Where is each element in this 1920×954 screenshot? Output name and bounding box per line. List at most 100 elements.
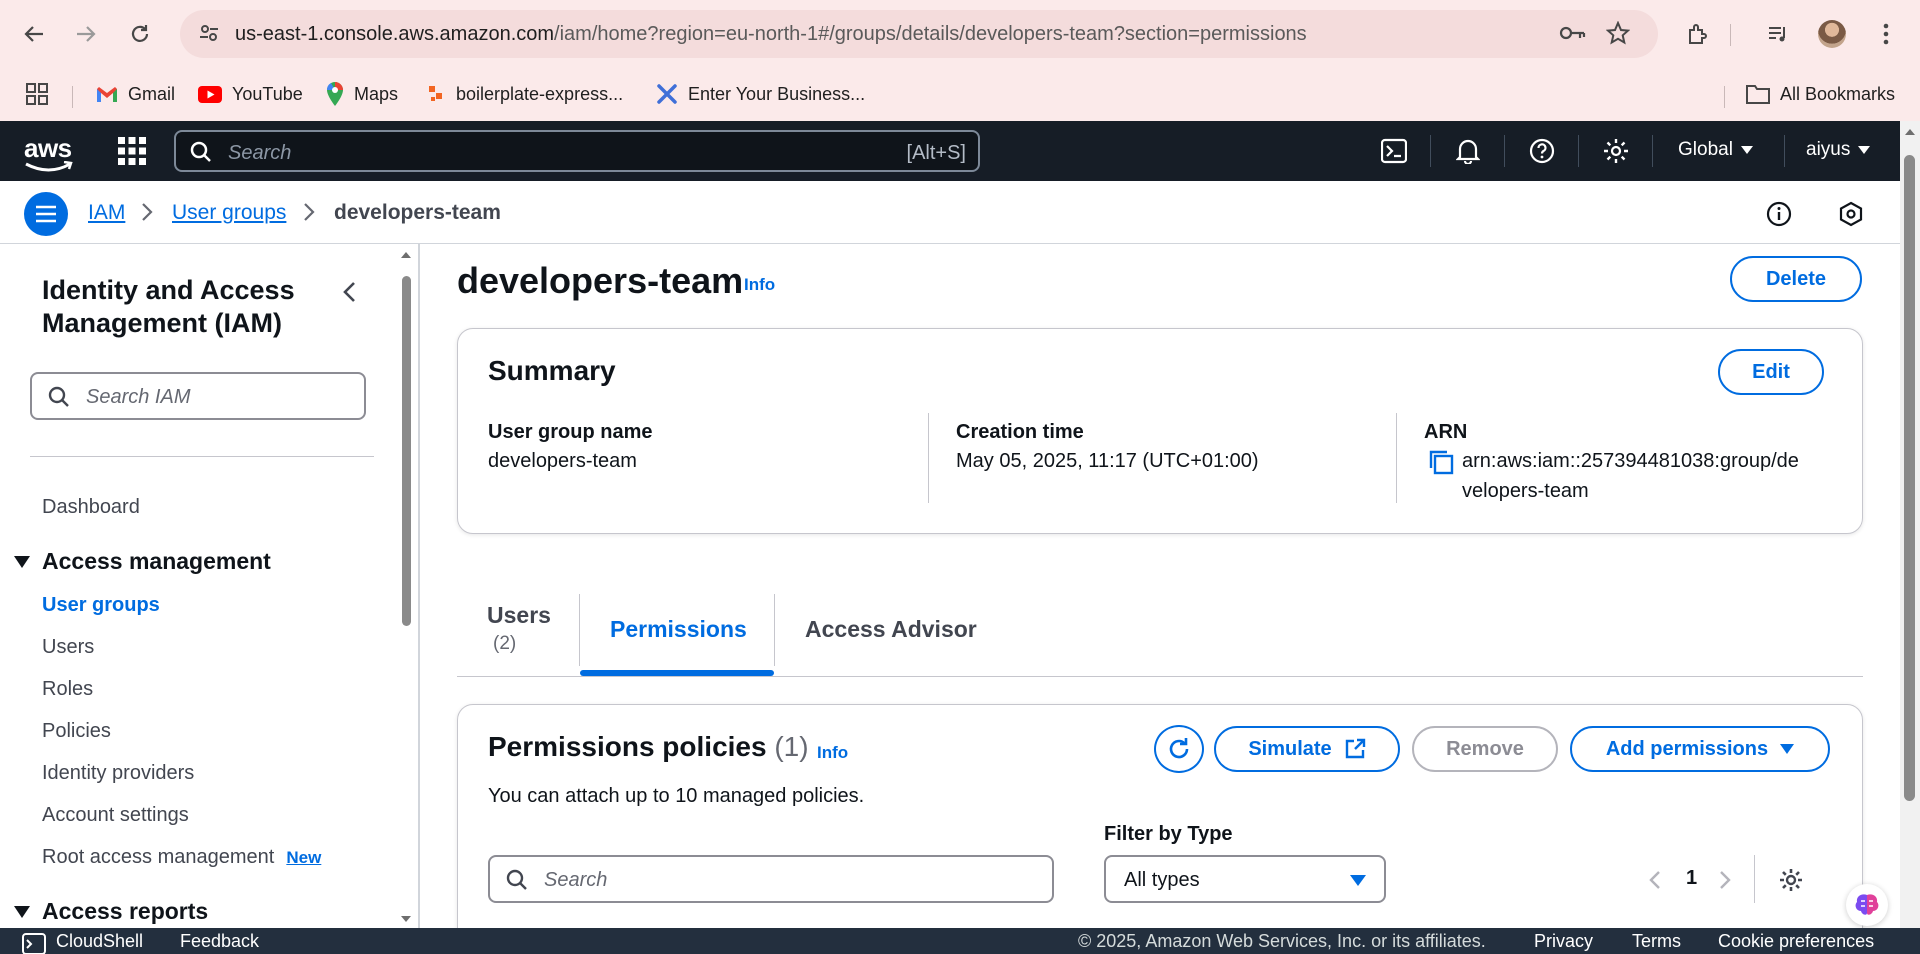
footer-feedback-link[interactable]: Feedback — [180, 931, 259, 952]
caret-down-icon — [1740, 146, 1753, 154]
sidebar-item-dashboard[interactable]: Dashboard — [42, 496, 140, 519]
sidebar-title[interactable]: Identity and Access Management (IAM) — [42, 274, 342, 340]
add-permissions-button[interactable]: Add permissions — [1570, 726, 1830, 772]
page-scroll-thumb[interactable] — [1904, 155, 1915, 801]
table-settings-gear-icon[interactable] — [1778, 867, 1804, 893]
sidebar-item-account-settings[interactable]: Account settings — [42, 804, 189, 827]
copy-icon[interactable] — [1428, 449, 1454, 480]
caret-down-icon — [1858, 146, 1871, 154]
url-path: /iam/home?region=eu-north-1#/groups/deta… — [554, 23, 1307, 45]
group-name-value: developers-team — [488, 450, 637, 472]
page-scrollbar[interactable] — [1900, 121, 1920, 928]
footer-cookies-link[interactable]: Cookie preferences — [1718, 931, 1874, 952]
new-badge[interactable]: New — [286, 848, 321, 867]
scroll-up-icon[interactable] — [1904, 127, 1916, 137]
bookmark-maps[interactable]: Maps — [326, 80, 398, 108]
pagination-page-number[interactable]: 1 — [1686, 867, 1697, 890]
site-settings-icon[interactable] — [198, 22, 220, 49]
forward-icon[interactable] — [68, 16, 104, 52]
media-control-icon[interactable] — [1760, 16, 1796, 52]
sidebar-item-identity-providers[interactable]: Identity providers — [42, 762, 194, 785]
services-grid-icon[interactable] — [118, 137, 146, 170]
bookmark-boilerplate[interactable]: boilerplate-express... — [428, 80, 623, 108]
sidebar-item-roles[interactable]: Roles — [42, 678, 93, 701]
pagination-divider — [1754, 855, 1755, 903]
scroll-down-icon[interactable] — [400, 914, 412, 924]
sidebar-item-user-groups[interactable]: User groups — [42, 594, 160, 617]
bookmark-star-icon[interactable] — [1605, 20, 1631, 50]
sidebar-divider — [30, 456, 374, 457]
url-host: us-east-1.console.aws.amazon.com — [235, 23, 555, 45]
filter-type-select[interactable]: All types — [1104, 855, 1386, 903]
sidebar-section-access-management[interactable]: Access management — [14, 548, 271, 575]
breadcrumb-iam[interactable]: IAM — [88, 201, 125, 225]
apps-icon[interactable] — [26, 80, 48, 108]
hexagon-settings-icon[interactable] — [1838, 201, 1864, 232]
footer-terms-link[interactable]: Terms — [1632, 931, 1681, 952]
column-divider — [1396, 413, 1397, 503]
toolbar-divider — [1730, 24, 1731, 46]
maps-icon — [326, 82, 343, 106]
back-icon[interactable] — [16, 16, 52, 52]
cloudshell-icon[interactable] — [1378, 135, 1410, 167]
tab-permissions[interactable]: Permissions — [610, 616, 747, 643]
sidebar-section-access-reports[interactable]: Access reports — [14, 898, 208, 925]
bookmark-youtube[interactable]: YouTube — [198, 80, 303, 108]
address-bar[interactable]: us-east-1.console.aws.amazon.com/iam/hom… — [180, 10, 1658, 58]
policies-search-placeholder: Search — [544, 869, 608, 891]
console-footer: CloudShell Feedback © 2025, Amazon Web S… — [0, 928, 1920, 954]
notifications-bell-icon[interactable] — [1452, 135, 1484, 167]
tab-users[interactable]: Users — [487, 602, 551, 629]
policies-search-input[interactable]: Search — [488, 855, 1054, 903]
sidebar-scrollbar[interactable] — [400, 250, 412, 922]
sidebar-search-placeholder: Search IAM — [86, 386, 191, 408]
collapse-sidebar-icon[interactable] — [340, 280, 358, 309]
tabs-underline — [457, 676, 1863, 677]
sidebar-scroll-thumb[interactable] — [402, 276, 411, 626]
pagination-next-icon[interactable] — [1718, 869, 1732, 891]
sidebar-item-root-access[interactable]: Root access management New — [42, 846, 321, 869]
footer-privacy-link[interactable]: Privacy — [1534, 931, 1593, 952]
bookmark-gmail[interactable]: Gmail — [96, 80, 175, 108]
breadcrumb-user-groups[interactable]: User groups — [172, 201, 286, 225]
menu-hamburger-icon[interactable] — [24, 192, 68, 236]
region-selector[interactable]: Global — [1678, 139, 1753, 161]
chrome-menu-icon[interactable] — [1868, 16, 1904, 52]
simulate-button[interactable]: Simulate — [1214, 726, 1400, 772]
aws-smile-icon — [25, 161, 73, 172]
search-icon — [506, 869, 527, 890]
nav-divider — [1652, 135, 1653, 167]
refresh-button[interactable] — [1154, 725, 1204, 773]
bookmark-enter-business[interactable]: Enter Your Business... — [656, 80, 865, 108]
edit-button[interactable]: Edit — [1718, 349, 1824, 395]
ai-assistant-brain-icon[interactable] — [1846, 884, 1888, 926]
scroll-up-icon[interactable] — [400, 250, 412, 260]
help-icon[interactable] — [1526, 135, 1558, 167]
filter-type-value: All types — [1124, 869, 1200, 891]
footer-cloudshell-link[interactable]: CloudShell — [56, 931, 143, 952]
arn-value-line1: arn:aws:iam::257394481038:group/de — [1462, 450, 1799, 472]
cloudshell-footer-icon[interactable] — [22, 933, 46, 954]
aws-search-input[interactable]: Search [Alt+S] — [174, 130, 980, 172]
creation-time-value: May 05, 2025, 11:17 (UTC+01:00) — [956, 450, 1259, 472]
delete-button[interactable]: Delete — [1730, 256, 1862, 302]
settings-gear-icon[interactable] — [1600, 135, 1632, 167]
reload-icon[interactable] — [122, 16, 158, 52]
info-circle-icon[interactable] — [1766, 201, 1792, 232]
tab-access-advisor[interactable]: Access Advisor — [805, 616, 977, 643]
account-menu[interactable]: aiyus — [1806, 139, 1871, 161]
page-info-link[interactable]: Info — [744, 275, 775, 295]
chevron-right-icon — [304, 203, 315, 221]
aws-logo[interactable]: aws — [24, 133, 72, 164]
external-link-icon — [1345, 738, 1365, 759]
all-bookmarks[interactable]: All Bookmarks — [1746, 80, 1895, 108]
password-key-icon[interactable] — [1558, 22, 1586, 49]
pagination-prev-icon[interactable] — [1648, 869, 1662, 891]
remove-button[interactable]: Remove — [1412, 726, 1558, 772]
sidebar-search-input[interactable]: Search IAM — [30, 372, 366, 420]
sidebar-item-policies[interactable]: Policies — [42, 720, 111, 743]
sidebar-item-users[interactable]: Users — [42, 636, 94, 659]
policies-info-link[interactable]: Info — [817, 743, 848, 763]
extensions-icon[interactable] — [1680, 16, 1716, 52]
profile-avatar[interactable] — [1814, 16, 1850, 52]
